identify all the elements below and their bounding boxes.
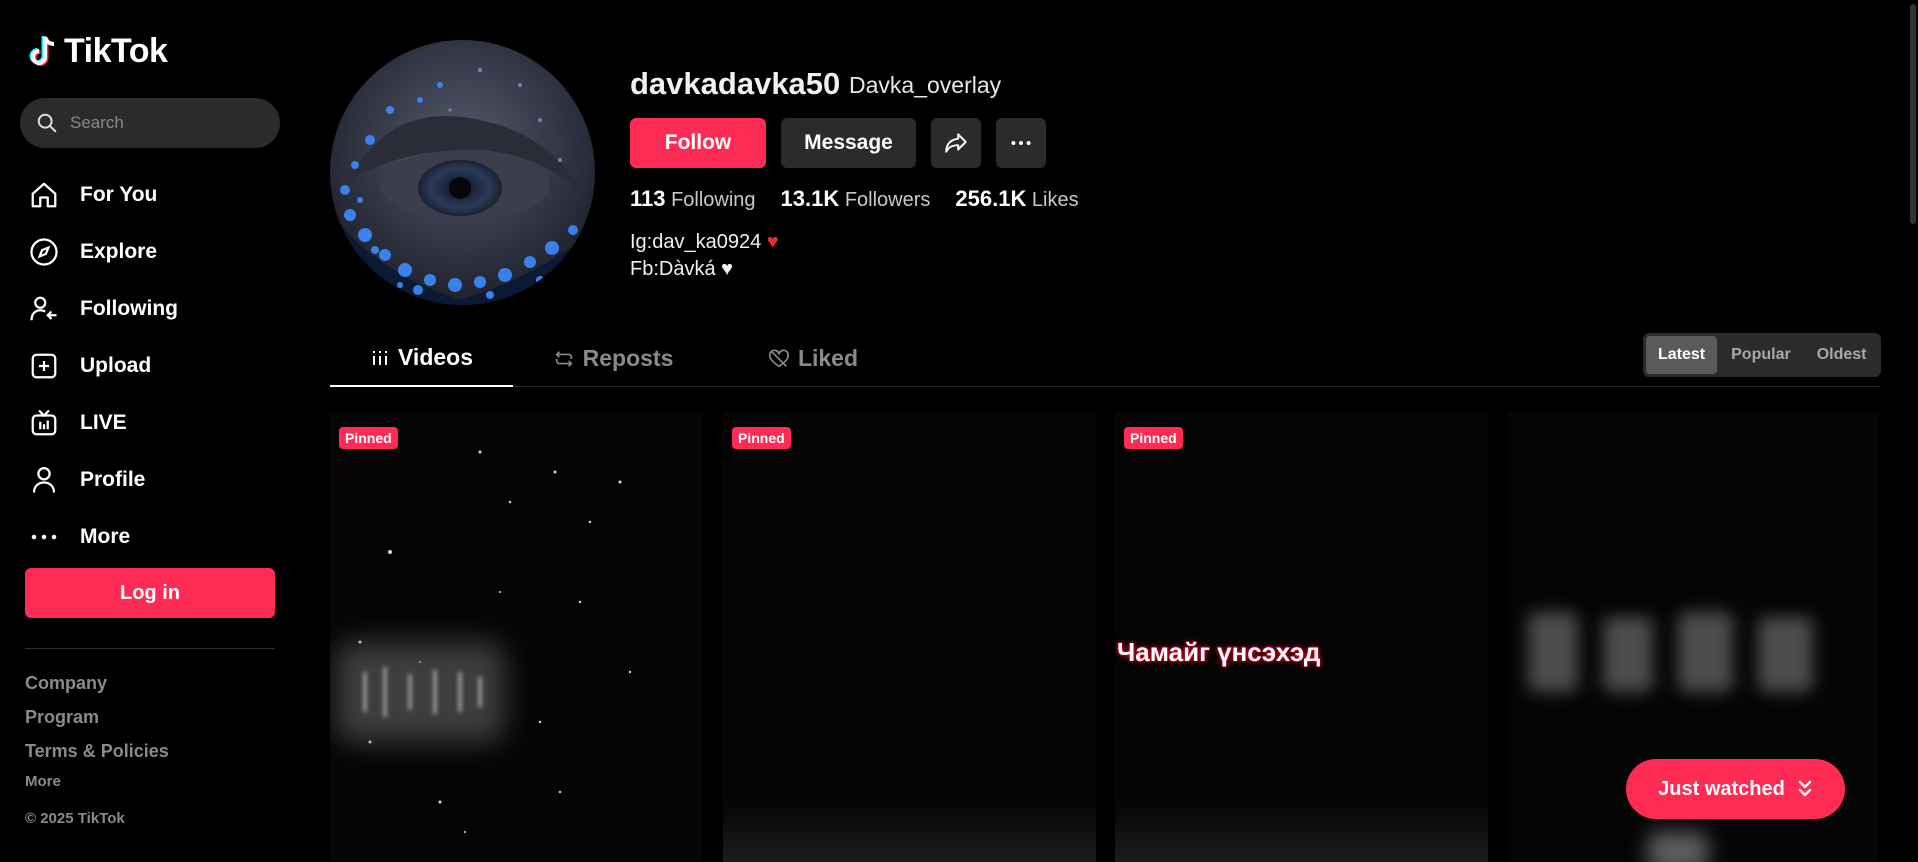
footer-link-company[interactable]: Company xyxy=(25,672,169,706)
logo-text: TikTok xyxy=(64,32,168,70)
nav-item-profile[interactable]: Profile xyxy=(28,451,278,508)
compass-icon xyxy=(28,236,60,268)
page-scrollbar[interactable] xyxy=(1906,0,1916,862)
tab-reposts[interactable]: Reposts xyxy=(513,330,713,387)
footer-links: Company Program Terms & Policies xyxy=(25,672,169,774)
tiktok-note-icon xyxy=(29,35,55,66)
footer-link-terms[interactable]: Terms & Policies xyxy=(25,740,169,774)
nav-label: More xyxy=(80,524,131,548)
profile-avatar[interactable] xyxy=(330,40,595,305)
video-card[interactable]: Pinned xyxy=(723,412,1096,862)
video-card[interactable]: Pinned xyxy=(330,412,703,862)
nav-label: Explore xyxy=(80,239,158,263)
bio-line: Ig:dav_ka0924 ♥ xyxy=(630,231,779,253)
profile-stats: 113 Following 13.1K Followers 256.1K Lik… xyxy=(630,186,1079,212)
share-icon xyxy=(945,133,967,153)
tiktok-logo[interactable]: TikTok xyxy=(28,32,168,71)
footer-link-program[interactable]: Program xyxy=(25,706,169,740)
more-icon xyxy=(28,521,60,553)
stat-followers[interactable]: 13.1K Followers xyxy=(781,186,931,212)
tab-label: Videos xyxy=(398,344,473,370)
sidebar-divider xyxy=(25,648,275,649)
nav-item-more[interactable]: More xyxy=(28,508,278,565)
profile-icon xyxy=(28,464,60,496)
login-button[interactable]: Log in xyxy=(25,568,275,618)
nav-item-upload[interactable]: Upload xyxy=(28,337,278,394)
grid-icon xyxy=(373,350,387,365)
just-watched-button[interactable]: Just watched xyxy=(1626,759,1845,819)
profile-actions: Follow Message xyxy=(630,118,1046,168)
repost-icon xyxy=(555,350,573,367)
message-button[interactable]: Message xyxy=(781,118,916,168)
stat-value: 13.1K xyxy=(780,186,840,211)
tab-label: Reposts xyxy=(582,345,674,371)
search-input[interactable] xyxy=(70,113,250,133)
nav-label: Following xyxy=(80,296,178,320)
stat-value: 256.1K xyxy=(955,186,1027,211)
liked-heart-icon xyxy=(768,348,789,367)
video-card[interactable]: Pinned Чамайг үнсэхэд xyxy=(1115,412,1488,862)
video-bottom-fade xyxy=(1115,802,1488,862)
sort-oldest[interactable]: Oldest xyxy=(1805,336,1879,374)
tab-liked[interactable]: Liked xyxy=(713,330,913,387)
live-icon xyxy=(28,407,60,439)
profile-nickname: Davka_overlay xyxy=(849,72,1002,98)
just-watched-label: Just watched xyxy=(1658,777,1785,800)
nav-item-explore[interactable]: Explore xyxy=(28,223,278,280)
search-box[interactable] xyxy=(20,98,280,148)
sort-latest[interactable]: Latest xyxy=(1646,336,1718,374)
bio-line: Fb:Dàvká ♥ xyxy=(630,258,734,280)
pinned-badge: Pinned xyxy=(339,427,398,449)
red-heart-icon: ♥ xyxy=(761,231,779,253)
home-icon xyxy=(28,179,60,211)
ellipsis-icon xyxy=(1011,141,1031,145)
pinned-badge: Pinned xyxy=(732,427,791,449)
share-button[interactable] xyxy=(931,118,981,168)
stat-following[interactable]: 113 Following xyxy=(630,186,756,212)
nav-label: Profile xyxy=(80,467,146,491)
video-caption: Чамайг үнсэхэд xyxy=(1117,637,1321,667)
profile-bio: Ig:dav_ka0924 ♥ Fb:Dàvká ♥ xyxy=(630,229,779,283)
tab-label: Liked xyxy=(797,345,859,371)
search-icon xyxy=(37,113,57,133)
stat-label: Likes xyxy=(1031,189,1079,211)
stat-value: 113 xyxy=(630,186,666,211)
pinned-badge: Pinned xyxy=(1124,427,1183,449)
follow-button[interactable]: Follow xyxy=(630,118,766,168)
sort-toggle: Latest Popular Oldest xyxy=(1643,333,1881,377)
nav-item-live[interactable]: LIVE xyxy=(28,394,278,451)
nav-item-for-you[interactable]: For You xyxy=(28,166,278,223)
video-bottom-fade xyxy=(723,802,1096,862)
scrollbar-thumb[interactable] xyxy=(1910,4,1916,224)
nav-label: For You xyxy=(80,182,158,206)
upload-icon xyxy=(28,350,60,382)
stat-label: Followers xyxy=(844,189,931,211)
copyright: © 2025 TikTok xyxy=(25,810,125,827)
white-heart-icon: ♥ xyxy=(715,258,734,280)
footer-more-link[interactable]: More xyxy=(25,773,61,790)
nav-item-following[interactable]: Following xyxy=(28,280,278,337)
sort-popular[interactable]: Popular xyxy=(1719,336,1803,374)
nav-label: Upload xyxy=(80,353,152,377)
tab-videos[interactable]: Videos xyxy=(330,330,513,387)
stat-label: Following xyxy=(671,189,756,211)
double-chevron-down-icon xyxy=(1798,780,1812,797)
video-thumbnail xyxy=(335,450,632,833)
stat-likes: 256.1K Likes xyxy=(955,186,1078,212)
nav-label: LIVE xyxy=(80,410,127,434)
sidebar: TikTok For You Explore Following Upload … xyxy=(0,0,296,862)
more-options-button[interactable] xyxy=(996,118,1046,168)
profile-username: davkadavka50 xyxy=(630,66,841,101)
main-nav: For You Explore Following Upload LIVE Pr… xyxy=(28,166,278,565)
following-icon xyxy=(28,293,60,325)
